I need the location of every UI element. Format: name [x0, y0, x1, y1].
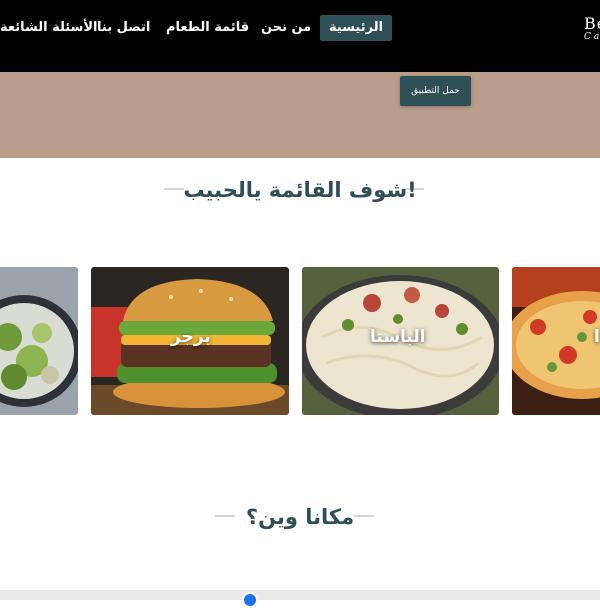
hero-banner — [0, 72, 600, 158]
salad-image — [0, 267, 78, 415]
brand-tagline: Ca — [584, 32, 599, 42]
menu-card-salad[interactable] — [0, 267, 78, 415]
menu-card-burger[interactable]: برجر — [91, 267, 289, 415]
pizza-image — [512, 267, 600, 415]
menu-card-pasta[interactable]: الباستا — [302, 267, 499, 415]
nav-item-faq[interactable]: الأسئلة الشائعة — [0, 15, 98, 41]
card-label-pasta: الباستا — [370, 327, 426, 347]
top-navbar: الأسئلة الشائعة اتصل بنا قائمة الطعام من… — [0, 0, 600, 72]
location-section-title: مكانا وين؟ — [245, 505, 355, 529]
brand-name: Be — [584, 14, 600, 33]
nav-item-menu[interactable]: قائمة الطعام — [166, 15, 249, 41]
card-label-burger: برجر — [171, 327, 211, 347]
card-label-pizza: ا — [594, 327, 600, 347]
map-embed[interactable] — [0, 590, 600, 600]
nav-item-home[interactable]: الرئيسية — [320, 15, 393, 41]
menu-card-pizza[interactable]: ا — [512, 267, 600, 415]
download-app-button[interactable]: حمل التطبيق — [400, 76, 471, 106]
map-pin-icon[interactable] — [242, 592, 258, 608]
nav-item-about[interactable]: من نحن — [261, 15, 311, 41]
brand-logo[interactable]: Be Ca — [584, 14, 600, 42]
nav-item-contact[interactable]: اتصل بنا — [97, 15, 150, 41]
menu-section-title: شوف القائمة يالحبيب! — [183, 178, 417, 202]
